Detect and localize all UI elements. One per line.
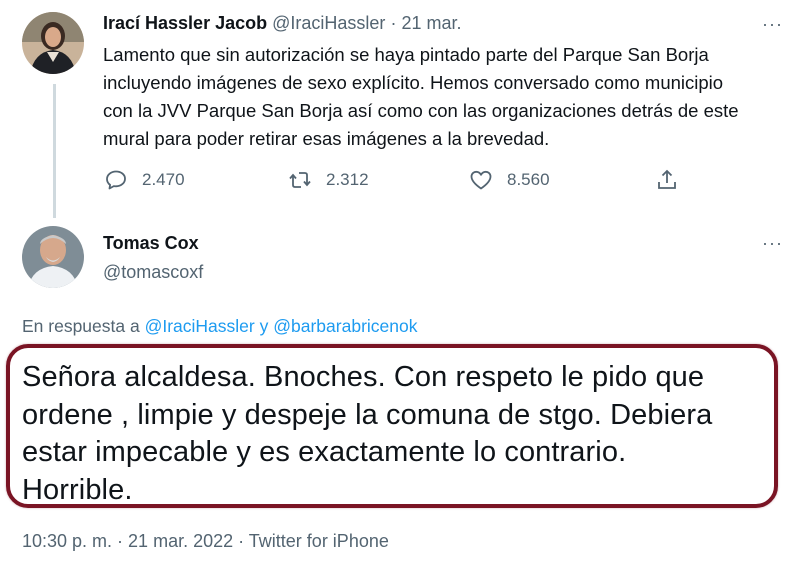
reply-mention-iracihassler[interactable]: @IraciHassler — [145, 316, 255, 336]
tweet1-text-line: incluyendo imágenes de sexo explícito. H… — [103, 72, 724, 93]
tweet2-handle[interactable]: @tomascoxf — [103, 262, 203, 283]
share-icon — [658, 169, 676, 189]
reply-join: y — [259, 316, 269, 336]
tweet1-text-line: mural para poder retirar esas imágenes a… — [103, 128, 550, 149]
reply-context: En respuesta a @IraciHassler y @barbarab… — [22, 316, 417, 337]
tweet1-display-name[interactable]: Irací Hassler Jacob — [103, 13, 267, 33]
reply-prefix: En respuesta a — [22, 316, 140, 336]
tweet1-text: Lamento que sin autorización se haya pin… — [103, 41, 783, 153]
thread-connector-line — [53, 84, 56, 218]
reply-count: 2.470 — [142, 170, 185, 189]
share-button[interactable] — [655, 168, 679, 192]
heart-icon — [470, 170, 492, 190]
retweet-icon — [289, 172, 311, 188]
reply-button[interactable]: 2.470 — [104, 168, 185, 192]
reply-icon — [106, 170, 126, 190]
tweet2-text-line: Señora alcaldesa. Bnoches. Con respeto l… — [22, 361, 705, 393]
tweet1-handle[interactable]: @IraciHassler — [272, 13, 385, 33]
like-button[interactable]: 8.560 — [469, 168, 550, 192]
tweet2-display-name[interactable]: Tomas Cox — [103, 233, 199, 254]
tweet2-timestamp-footer[interactable]: 10:30 p. m. · 21 mar. 2022 · Twitter for… — [22, 531, 389, 552]
tweet1-text-line: Lamento que sin autorización se haya pin… — [103, 44, 709, 65]
avatar-iraci-hassler[interactable] — [22, 12, 84, 74]
tweet2-text-line: Horrible. — [22, 473, 133, 506]
tweet2-text: Señora alcaldesa. Bnoches. Con respeto l… — [22, 359, 772, 509]
tweet1-separator: · — [390, 13, 397, 33]
avatar-tomas-cox[interactable] — [22, 226, 84, 288]
tweet1-date[interactable]: 21 mar. — [401, 13, 461, 33]
like-count: 8.560 — [507, 170, 550, 189]
retweet-count: 2.312 — [326, 170, 369, 189]
tweet1-text-line: con la JVV Parque San Borja así como con… — [103, 100, 739, 121]
tweet1-more-icon[interactable]: ··· — [762, 14, 783, 35]
tweet2-more-icon[interactable]: ··· — [762, 233, 783, 254]
retweet-button[interactable]: 2.312 — [288, 168, 369, 192]
tweet2-text-line: ordene , limpie y despeje la comuna de s… — [22, 398, 713, 431]
tweet1-header: Irací Hassler Jacob @IraciHassler · 21 m… — [103, 13, 461, 34]
tweet2-text-line: estar impecable y es exactamente lo cont… — [22, 436, 627, 468]
reply-mention-barbarabricenok[interactable]: @barbarabricenok — [273, 316, 417, 336]
